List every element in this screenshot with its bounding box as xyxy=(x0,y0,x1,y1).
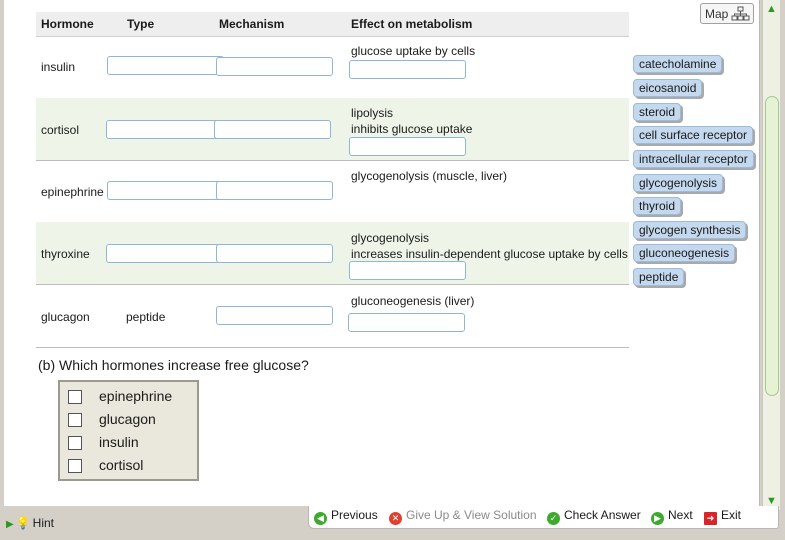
type-drop-target[interactable] xyxy=(107,56,224,75)
scroll-up-icon[interactable]: ▲ xyxy=(764,1,779,17)
effect-drop-target[interactable] xyxy=(348,313,465,332)
term-tile[interactable]: thyroid xyxy=(633,197,682,215)
bottom-nav: ◀ Previous ✕ Give Up & View Solution ✓ Chec… xyxy=(308,506,779,529)
term-tile[interactable]: peptide xyxy=(633,268,685,286)
term-tile[interactable]: glycogen synthesis xyxy=(633,221,747,239)
type-drop-target[interactable] xyxy=(107,181,224,200)
effect-drop-target[interactable] xyxy=(349,261,466,280)
map-label: Map xyxy=(705,7,729,21)
mechanism-drop-target[interactable] xyxy=(216,244,333,263)
table-row: glucagon peptide gluconeogenesis (liver) xyxy=(36,285,629,348)
mechanism-drop-target[interactable] xyxy=(216,181,333,200)
hormone-name: thyroxine xyxy=(41,247,90,261)
next-button[interactable]: ▶ Next xyxy=(651,508,693,525)
previous-button[interactable]: ◀ Previous xyxy=(314,508,378,525)
checkbox[interactable] xyxy=(68,436,82,450)
effect-text: gluconeogenesis (liver) xyxy=(351,294,475,308)
map-button[interactable]: Map xyxy=(700,3,754,24)
term-tile[interactable]: gluconeogenesis xyxy=(633,244,736,262)
next-arrow-icon: ▶ xyxy=(651,512,664,525)
checkbox-label: cortisol xyxy=(99,457,144,473)
expand-arrow-icon: ▶ xyxy=(6,519,14,530)
checkbox-label: epinephrine xyxy=(99,388,173,404)
effect-drop-target[interactable] xyxy=(349,137,466,156)
exit-door-icon: ➜ xyxy=(704,512,717,525)
term-tile[interactable]: intracellular receptor xyxy=(633,150,754,168)
effect-text: glucose uptake by cells xyxy=(351,44,476,58)
give-up-x-icon: ✕ xyxy=(389,512,402,525)
exit-label: Exit xyxy=(721,508,742,522)
effect-text: glycogenolysis (muscle, liver) xyxy=(351,169,508,183)
term-tile[interactable]: steroid xyxy=(633,103,682,121)
term-tile[interactable]: catecholamine xyxy=(633,55,723,73)
checkbox[interactable] xyxy=(68,390,82,404)
hint-label: Hint xyxy=(32,516,54,530)
next-label: Next xyxy=(668,508,693,522)
check-icon: ✓ xyxy=(547,512,560,525)
hormone-name: insulin xyxy=(41,60,76,74)
checkbox-group: epinephrine glucagon insulin cortisol xyxy=(58,380,199,481)
header-hormone: Hormone xyxy=(41,17,94,31)
table-row: epinephrine glycogenolysis (muscle, live… xyxy=(36,160,629,223)
check-answer-label: Check Answer xyxy=(564,508,641,522)
scroll-thumb[interactable] xyxy=(765,96,779,396)
hormone-name: cortisol xyxy=(41,123,80,137)
checkbox-label: glucagon xyxy=(99,411,156,427)
give-up-button[interactable]: ✕ Give Up & View Solution xyxy=(389,508,537,525)
lightbulb-icon: 💡 xyxy=(15,516,31,530)
map-icon xyxy=(731,6,750,21)
effect-text: increases insulin-dependent glucose upta… xyxy=(351,247,628,261)
effect-drop-target[interactable] xyxy=(349,60,466,79)
vertical-scrollbar[interactable]: ▲ ▼ xyxy=(762,0,780,510)
table-row: thyroxine glycogenolysis increases insul… xyxy=(36,222,629,285)
table-header: Hormone Type Mechanism Effect on metabol… xyxy=(36,12,629,37)
type-drop-target[interactable] xyxy=(106,120,223,139)
hint-button[interactable]: ▶ 💡 Hint xyxy=(6,516,54,530)
question-text: (b) Which hormones increase free glucose… xyxy=(38,357,309,373)
give-up-label: Give Up & View Solution xyxy=(406,508,537,522)
exit-button[interactable]: ➜ Exit xyxy=(704,508,741,525)
checkbox[interactable] xyxy=(68,459,82,473)
mechanism-drop-target[interactable] xyxy=(216,57,333,76)
term-tile[interactable]: cell surface receptor xyxy=(633,126,754,144)
check-answer-button[interactable]: ✓ Check Answer xyxy=(547,508,641,525)
mechanism-drop-target[interactable] xyxy=(216,306,333,325)
checkbox-label: insulin xyxy=(99,434,139,450)
type-value: peptide xyxy=(126,310,166,324)
term-tile[interactable]: glycogenolysis xyxy=(633,174,724,192)
hormone-name: epinephrine xyxy=(41,185,104,199)
header-mechanism: Mechanism xyxy=(219,17,285,31)
header-effect: Effect on metabolism xyxy=(351,17,473,31)
previous-arrow-icon: ◀ xyxy=(314,512,327,525)
term-tile[interactable]: eicosanoid xyxy=(633,79,703,97)
mechanism-drop-target[interactable] xyxy=(214,120,331,139)
type-drop-target[interactable] xyxy=(106,244,223,263)
checkbox[interactable] xyxy=(68,413,82,427)
effect-text: glycogenolysis xyxy=(351,231,430,245)
header-type: Type xyxy=(127,17,155,31)
table-row: insulin glucose uptake by cells xyxy=(36,36,629,99)
previous-label: Previous xyxy=(331,508,378,522)
table-row: cortisol lipolysis inhibits glucose upta… xyxy=(36,98,629,161)
effect-text: inhibits glucose uptake xyxy=(351,122,473,136)
divider xyxy=(36,347,629,348)
hormone-name: glucagon xyxy=(41,310,90,324)
effect-text: lipolysis xyxy=(351,106,394,120)
